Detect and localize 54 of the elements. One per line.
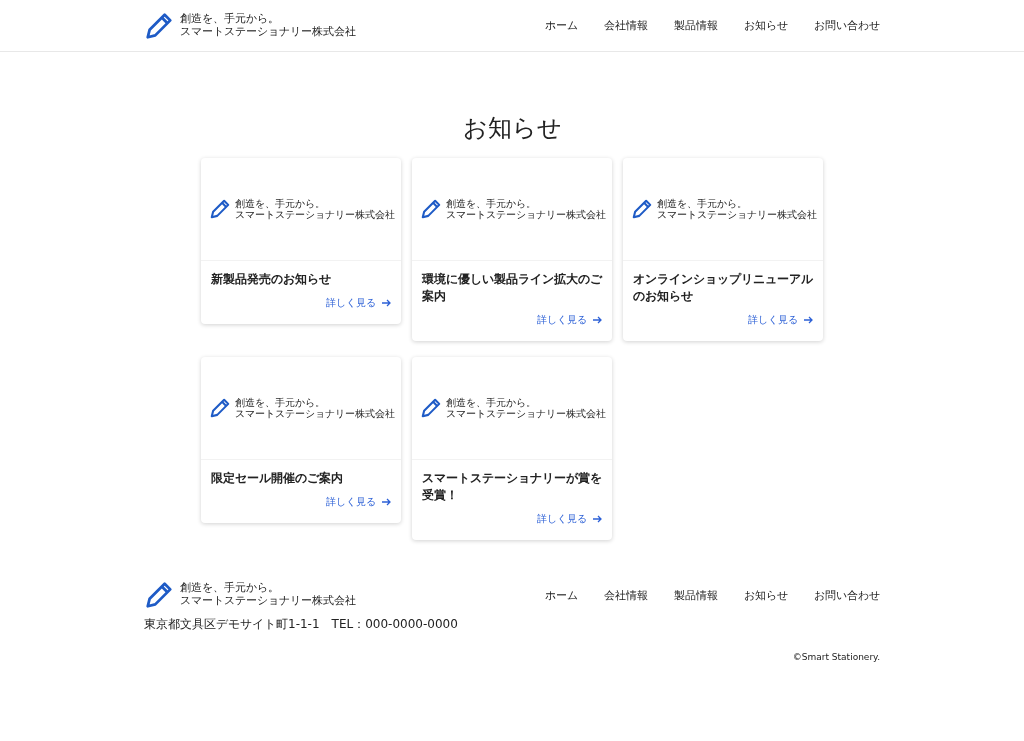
card-title: 環境に優しい製品ライン拡大のご案内 — [422, 271, 602, 305]
logo-tagline: 創造を、手元から。 — [180, 12, 280, 26]
nav-link[interactable]: 製品情報 — [674, 588, 718, 603]
read-more-link[interactable]: 詳しく見る — [326, 296, 391, 310]
logo-company-name: スマートステーショナリー株式会社 — [657, 209, 817, 221]
read-more-link[interactable]: 詳しく見る — [537, 313, 602, 327]
logo-tagline: 創造を、手元から。 — [235, 396, 326, 408]
address-text: 東京都文具区デモサイト町1-1-1 TEL：000-0000-0000 — [144, 616, 458, 632]
read-more-link[interactable]: 詳しく見る — [326, 495, 391, 509]
nav-link[interactable]: 会社情報 — [604, 588, 648, 603]
arrow-right-icon — [593, 316, 602, 324]
card-title: オンラインショップリニューアルのお知らせ — [633, 271, 813, 305]
pencil-icon — [209, 198, 231, 220]
logo-company-name: スマートステーショナリー株式会社 — [180, 595, 356, 608]
read-more-link[interactable]: 詳しく見る — [537, 512, 602, 526]
copyright-text: ©Smart Stationery. — [791, 652, 880, 662]
card-title: 限定セール開催のご案内 — [211, 470, 344, 487]
arrow-right-icon — [382, 498, 391, 506]
logo-tagline: 創造を、手元から。 — [446, 197, 537, 209]
nav-link[interactable]: お知らせ — [744, 18, 788, 33]
pencil-icon — [144, 10, 174, 41]
logo-tagline: 創造を、手元から。 — [446, 396, 537, 408]
logo-company-name: スマートステーショナリー株式会社 — [235, 209, 395, 221]
pencil-icon — [209, 397, 231, 419]
pencil-icon — [144, 580, 174, 610]
nav-link[interactable]: お知らせ — [744, 588, 788, 603]
nav-link[interactable]: ホーム — [545, 588, 578, 603]
nav-link[interactable]: お問い合わせ — [814, 18, 880, 33]
news-card[interactable]: 創造を、手元から。 スマートステーショナリー株式会社 限定セール開催のご案内 詳しく見る — [201, 357, 401, 523]
nav-link[interactable]: 製品情報 — [674, 18, 718, 33]
nav-link[interactable]: お問い合わせ — [814, 588, 880, 603]
page-title: お知らせ — [461, 113, 563, 144]
logo-company-name: スマートステーショナリー株式会社 — [446, 209, 606, 221]
logo-company-name: スマートステーショナリー株式会社 — [235, 408, 395, 420]
pencil-icon — [631, 198, 653, 220]
pencil-icon — [420, 397, 442, 419]
arrow-right-icon — [593, 515, 602, 523]
news-card[interactable]: 創造を、手元から。 スマートステーショナリー株式会社 新製品発売のお知らせ 詳しく見る — [201, 158, 401, 324]
card-title: 新製品発売のお知らせ — [211, 271, 332, 288]
logo-company-name: スマートステーショナリー株式会社 — [446, 408, 606, 420]
news-card[interactable]: 創造を、手元から。 スマートステーショナリー株式会社 オンラインショップリニューアルのお知らせ 詳しく見る — [623, 158, 823, 341]
news-card[interactable]: 創造を、手元から。 スマートステーショナリー株式会社 環境に優しい製品ライン拡大のご案内 詳しく見る — [412, 158, 612, 341]
nav-link[interactable]: 会社情報 — [604, 18, 648, 33]
logo-tagline: 創造を、手元から。 — [235, 197, 326, 209]
card-title: スマートステーショナリーが賞を受賞！ — [422, 470, 602, 504]
read-more-link[interactable]: 詳しく見る — [748, 313, 813, 327]
logo-tagline: 創造を、手元から。 — [657, 197, 748, 209]
pencil-icon — [420, 198, 442, 220]
nav-link[interactable]: ホーム — [545, 18, 578, 33]
logo-tagline: 創造を、手元から。 — [180, 582, 280, 595]
arrow-right-icon — [804, 316, 813, 324]
news-card[interactable]: 創造を、手元から。 スマートステーショナリー株式会社 スマートステーショナリーが賞を受賞！ 詳しく見る — [412, 357, 612, 540]
logo-company-name: スマートステーショナリー株式会社 — [180, 25, 356, 39]
arrow-right-icon — [382, 299, 391, 307]
